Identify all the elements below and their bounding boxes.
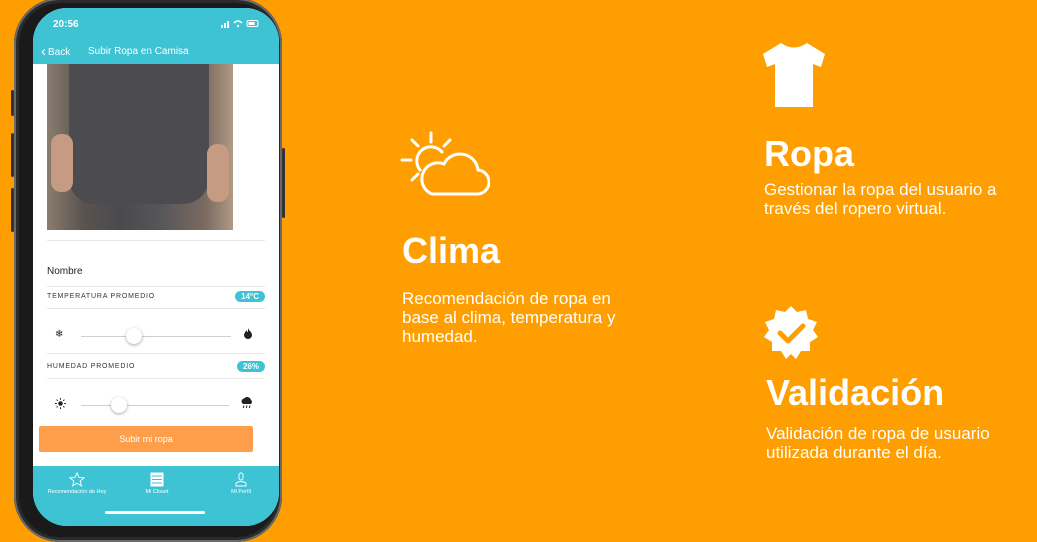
clima-description: Recomendación de ropa en base al clima, … [402, 289, 616, 346]
right-arm [207, 144, 229, 202]
nav-bar: ‹ Back Subir Ropa en Camisa [33, 42, 279, 64]
flame-icon [244, 328, 252, 342]
person-icon [235, 472, 247, 487]
phone-screen: 20:56 ‹ Back Subir Ropa en Camisa Nombre… [33, 8, 279, 526]
list-icon [150, 472, 164, 487]
validacion-description: Validación de ropa de usuario utilizada … [766, 424, 990, 462]
shirt-figure [69, 64, 209, 204]
nav-title: Subir Ropa en Camisa [88, 46, 189, 57]
ropa-description: Gestionar la ropa del usuario a través d… [764, 180, 997, 218]
volume-down-button [11, 188, 14, 232]
validacion-title: Validación [766, 372, 945, 413]
tshirt-icon [763, 43, 825, 107]
signal-wifi-battery-icon [221, 20, 259, 28]
back-button[interactable]: ‹ Back [41, 43, 71, 60]
tab-bar: Recomendación de Hoy Mi Closet Mi Perfil [33, 466, 279, 526]
snowflake-icon: ❄ [55, 329, 64, 340]
phone-mockup: 20:56 ‹ Back Subir Ropa en Camisa Nombre… [11, 0, 285, 542]
submit-clothing-button[interactable]: Subir mi ropa [39, 426, 253, 452]
star-icon [69, 472, 85, 487]
divider [47, 378, 265, 379]
clima-title: Clima [402, 230, 501, 271]
left-arm [51, 134, 73, 192]
tab-label: Mi Perfil [231, 489, 251, 495]
verified-badge-icon [764, 306, 818, 359]
tab-mi-perfil[interactable]: Mi Perfil [211, 472, 271, 495]
temperature-slider-track[interactable] [81, 336, 231, 337]
divider [47, 286, 265, 287]
humidity-badge: 26% [236, 361, 265, 372]
tab-label: Mi Closet [145, 489, 169, 495]
divider [47, 308, 265, 309]
status-bar: 20:56 [33, 8, 279, 42]
name-field[interactable]: Nombre [47, 266, 83, 277]
ropa-title: Ropa [764, 133, 854, 174]
temperature-slider-knob[interactable] [125, 328, 142, 344]
power-button [282, 148, 285, 218]
chevron-left-icon: ‹ [41, 43, 46, 60]
sun-cloud-icon [400, 131, 490, 196]
humidity-slider-track[interactable] [81, 405, 229, 406]
back-label: Back [48, 46, 71, 58]
home-indicator [105, 511, 205, 514]
rain-cloud-icon [240, 396, 254, 412]
clothing-photo [47, 64, 233, 230]
tab-recomendacion[interactable]: Recomendación de Hoy [35, 472, 119, 495]
temperature-badge: 14°C [235, 291, 265, 302]
humidity-label: HUMEDAD PROMEDIO [47, 363, 136, 370]
tab-label: Recomendación de Hoy [47, 489, 107, 495]
divider [47, 353, 265, 354]
tab-mi-closet[interactable]: Mi Closet [127, 472, 187, 495]
temperature-label: TEMPERATURA PROMEDIO [47, 293, 156, 300]
sun-icon [55, 398, 66, 412]
mute-switch [11, 90, 14, 116]
volume-up-button [11, 133, 14, 177]
status-time: 20:56 [53, 19, 79, 30]
divider [47, 240, 265, 241]
status-icons [221, 19, 261, 30]
humidity-slider-knob[interactable] [111, 397, 128, 413]
